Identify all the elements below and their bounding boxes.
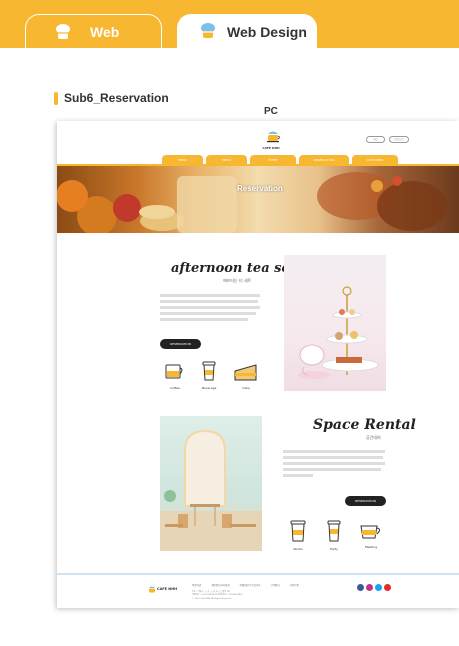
cake-label: Cake: [242, 386, 250, 390]
nav-item-2[interactable]: MENU: [206, 155, 247, 164]
youtube-icon[interactable]: [384, 584, 391, 591]
party-label: Party: [330, 547, 338, 551]
hero-title: Reservation: [237, 184, 283, 193]
header-button-1[interactable]: ▢▢: [366, 136, 385, 143]
nav-item-1[interactable]: MENU: [162, 155, 203, 164]
section-title: Sub6_Reservation: [64, 91, 169, 105]
tab-web-design[interactable]: Web Design: [177, 14, 317, 48]
footer-logo-text: CAFE NHH: [157, 587, 178, 591]
studio-icon: [290, 520, 306, 542]
party-item: Party: [327, 520, 341, 551]
social-links: [357, 584, 391, 591]
cupcake-icon: [56, 24, 70, 39]
space-rental-reservation-button[interactable]: RESERVATION: [345, 496, 386, 506]
cupcake-icon: [201, 23, 215, 38]
coffee-icon: [165, 364, 183, 379]
text-line: [283, 468, 381, 471]
tea-stand-illustration: [298, 286, 379, 379]
cake-icon: [234, 364, 257, 381]
tea-set-description: [160, 291, 260, 324]
tea-set-reservation-button[interactable]: RESERVATION: [160, 339, 201, 349]
tab-web[interactable]: Web: [25, 14, 162, 48]
footer-info-line: © 2022 Cafe NHH. All Rights Reserved.: [192, 597, 232, 600]
instagram-icon[interactable]: [366, 584, 373, 591]
coffee-item: Coffee: [164, 363, 186, 390]
party-icon: [327, 520, 341, 542]
text-line: [160, 306, 260, 309]
coffee-label: Coffee: [170, 386, 180, 390]
tea-set-subtitle: 애프터눈 티 세트: [223, 278, 252, 283]
space-rental-subtitle: 공간대여: [366, 435, 381, 440]
footer-links: 이용약관 개인정보처리방침 이메일무단수집거부 고객센터 사이트맵: [192, 583, 299, 587]
footer-link[interactable]: 이용약관: [192, 583, 201, 587]
text-line: [283, 450, 385, 453]
footer-logo-icon: [149, 586, 155, 593]
site-footer: CAFE NHH 이용약관 개인정보처리방침 이메일무단수집거부 고객센터 사이…: [57, 573, 459, 608]
meeting-item: Meeting: [359, 522, 383, 549]
text-line: [160, 294, 260, 297]
tab-web-label: Web: [90, 24, 120, 40]
text-line: [283, 456, 383, 459]
hero-photo: [57, 172, 447, 233]
text-line: [160, 318, 248, 321]
nav-item-5[interactable]: CUSTOMER: [352, 155, 398, 164]
beverage-item: Beverage: [202, 361, 216, 390]
device-label: PC: [264, 106, 278, 117]
nav-item-3[interactable]: EVENT: [250, 155, 296, 164]
cake-item: Cake: [234, 363, 258, 390]
footer-link[interactable]: 사이트맵: [290, 583, 299, 587]
nav-item-4[interactable]: RESERVATION: [299, 155, 349, 164]
hero-banner: Reservation: [57, 166, 459, 233]
text-line: [160, 300, 258, 303]
page-mockup: CAFE NHH ▢▢ ▢▢▢▢ MENU MENU EVENT RESERVA…: [57, 121, 459, 608]
footer-info: 주소 : 서울시 ○○구 ○○로 12 ○○빌딩 1층 대표번호 : 010-1…: [192, 591, 243, 601]
studio-label: Studio: [293, 547, 303, 551]
section-heading: Sub6_Reservation: [54, 91, 169, 105]
text-line: [283, 474, 313, 477]
header-button-2[interactable]: ▢▢▢▢: [389, 136, 409, 143]
text-line: [283, 462, 385, 465]
tea-set-photo: [284, 255, 386, 391]
logo-text: CAFE NHH: [262, 146, 280, 150]
twitter-icon[interactable]: [375, 584, 382, 591]
footer-link[interactable]: 개인정보처리방침: [211, 583, 229, 587]
space-rental-photo: [160, 416, 262, 551]
section-marker: [54, 91, 58, 105]
text-line: [160, 312, 256, 315]
tab-web-design-label: Web Design: [227, 24, 307, 40]
beverage-icon: [202, 361, 216, 381]
beverage-label: Beverage: [202, 386, 217, 390]
space-rental-title: Space Rental: [313, 417, 416, 433]
cafe-interior-illustration: [160, 429, 262, 551]
studio-item: Studio: [290, 520, 306, 551]
main-nav: MENU MENU EVENT RESERVATION CUSTOMER: [162, 155, 398, 164]
cafe-logo-icon: [267, 131, 280, 143]
tea-set-title: afternoon tea set: [171, 261, 296, 276]
meeting-label: Meeting: [364, 545, 378, 549]
footer-link[interactable]: 이메일무단수집거부: [240, 583, 261, 587]
meeting-icon: [360, 525, 380, 539]
space-rental-description: [283, 447, 385, 480]
facebook-icon[interactable]: [357, 584, 364, 591]
footer-link[interactable]: 고객센터: [270, 583, 279, 587]
